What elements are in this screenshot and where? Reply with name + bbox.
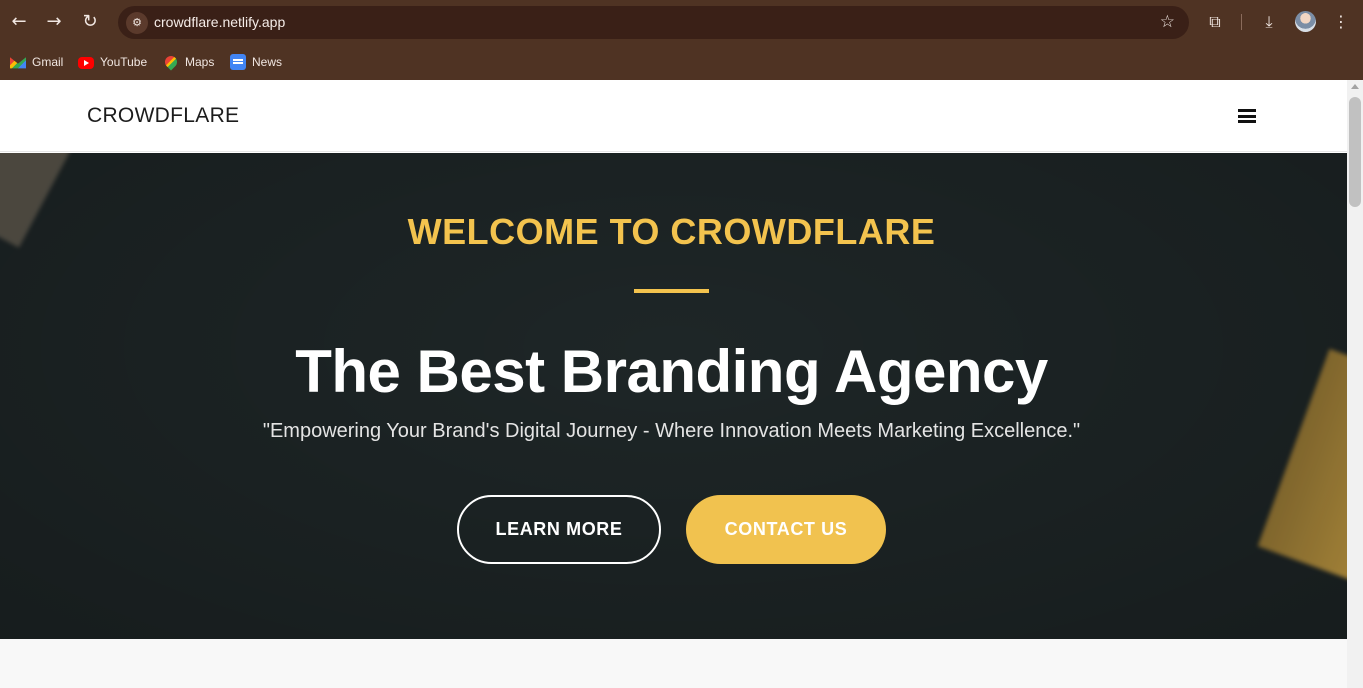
bookmark-star-icon[interactable]: ☆: [1160, 12, 1175, 32]
menu-kebab-icon[interactable]: ⋮: [1329, 10, 1353, 34]
hero-welcome: WELCOME TO CROWDFLARE: [407, 211, 936, 252]
learn-more-button[interactable]: LEARN MORE: [457, 495, 661, 564]
forward-icon[interactable]: →: [42, 10, 66, 34]
bookmark-youtube[interactable]: YouTube: [78, 53, 147, 71]
site-logo[interactable]: CROWDFLARE: [87, 104, 239, 128]
site-info-icon[interactable]: ⚙: [126, 12, 148, 34]
bookmark-label: YouTube: [100, 55, 148, 69]
site-header: CROWDFLARE: [0, 80, 1347, 152]
youtube-icon: [78, 57, 94, 69]
hero-divider: [634, 289, 709, 293]
reload-icon[interactable]: ↻: [78, 10, 102, 34]
address-bar[interactable]: ⚙ crowdflare.netlify.app ☆: [118, 6, 1189, 39]
news-icon: [230, 54, 246, 70]
url-text[interactable]: crowdflare.netlify.app: [154, 14, 285, 30]
bookmark-gmail[interactable]: Gmail: [10, 53, 63, 71]
extensions-icon[interactable]: ⧉: [1203, 10, 1227, 34]
hero-subtitle: "Empowering Your Brand's Digital Journey…: [262, 420, 1081, 442]
contact-us-button[interactable]: CONTACT US: [686, 495, 886, 564]
bookmarks-bar: Gmail YouTube Maps News: [0, 44, 1363, 80]
bookmark-label: Gmail: [32, 55, 64, 69]
gmail-icon: [10, 57, 26, 69]
back-icon[interactable]: ←: [7, 10, 31, 34]
hero-title: The Best Branding Agency: [295, 338, 1048, 405]
scrollbar-thumb[interactable]: [1349, 97, 1361, 207]
toolbar-divider: [1241, 14, 1242, 30]
hero-section: WELCOME TO CROWDFLARE The Best Branding …: [0, 153, 1347, 639]
bookmark-label: Maps: [185, 55, 215, 69]
bookmark-maps[interactable]: Maps: [162, 53, 215, 71]
maps-icon: [162, 53, 180, 71]
page-viewport: CROWDFLARE WELCOME TO CROWDFLARE The Bes…: [0, 80, 1347, 688]
bookmark-news[interactable]: News: [230, 53, 282, 71]
bookmark-label: News: [252, 55, 283, 69]
profile-avatar[interactable]: [1295, 11, 1316, 32]
hamburger-menu-icon[interactable]: [1238, 109, 1256, 123]
next-section: [0, 639, 1347, 688]
download-icon[interactable]: ⤓: [1257, 10, 1281, 34]
browser-toolbar: ← → ↻ ⚙ crowdflare.netlify.app ☆ ⧉ ⤓ ⋮: [0, 0, 1363, 44]
scroll-up-arrow-icon[interactable]: [1351, 84, 1359, 89]
